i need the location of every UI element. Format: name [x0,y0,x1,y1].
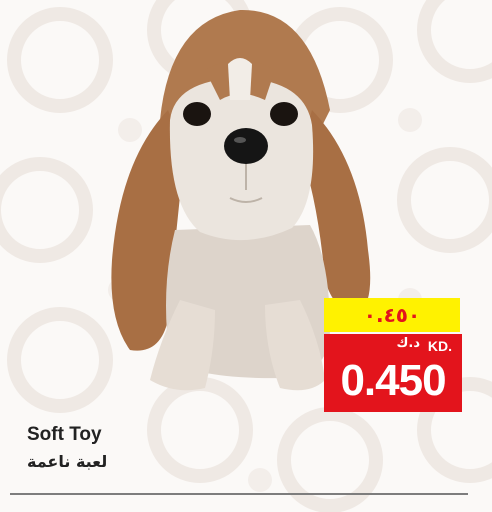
price-tag: ٠.٤٥٠ د.ك KD. 0.450 [324,298,462,414]
price-value: 0.450 [340,356,446,405]
currency-arabic: د.ك [396,336,420,351]
divider [10,493,468,495]
currency-label: KD. [427,338,452,354]
price-box: د.ك KD. 0.450 [324,334,462,412]
product-name-english: Soft Toy [27,424,102,445]
product-name-arabic: لعبة ناعمة [27,452,108,471]
price-arabic-numerals: ٠.٤٥٠ [324,298,460,332]
